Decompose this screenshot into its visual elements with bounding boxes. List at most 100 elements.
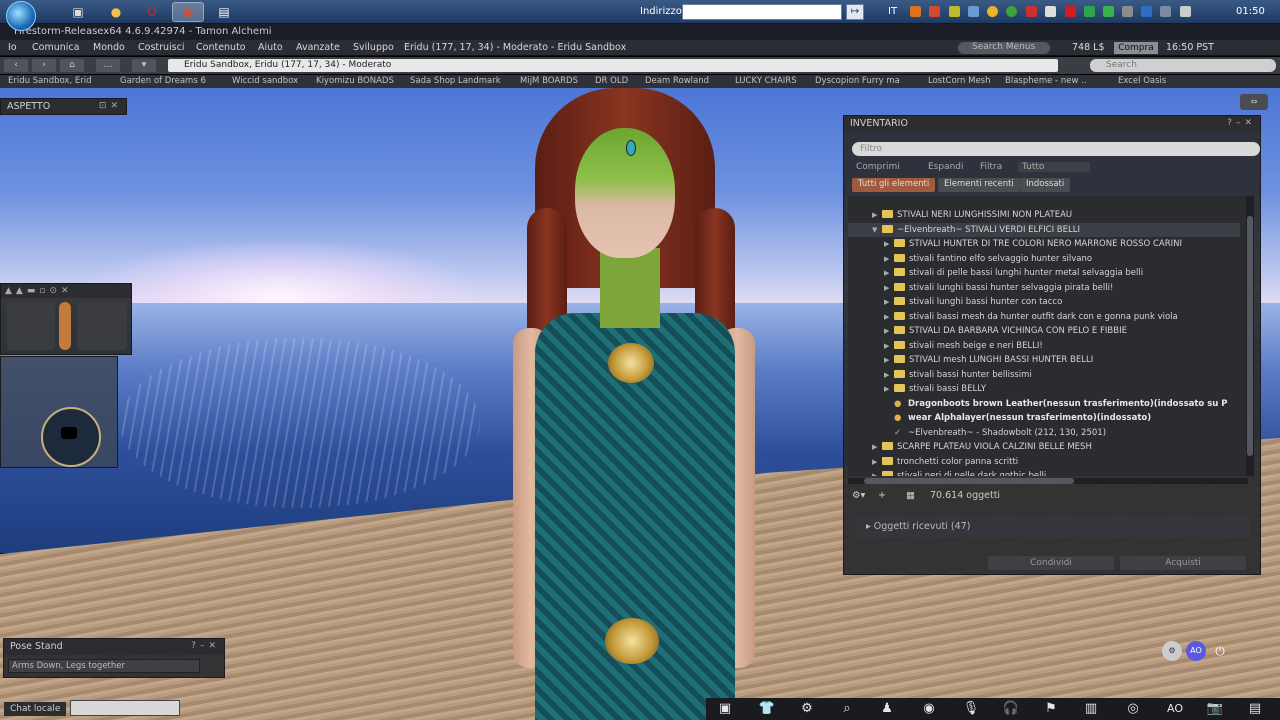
tray-icon[interactable] bbox=[1122, 6, 1133, 17]
map-icon[interactable]: ▥ bbox=[1076, 700, 1106, 718]
inventory-folder[interactable]: ▶ STIVALI NERI LUNGHISSIMI NON PLATEAU bbox=[848, 208, 1240, 222]
inventory-folder[interactable]: ▶ stivali bassi BELLY bbox=[848, 382, 1240, 396]
favorite-link[interactable]: Deam Rowland bbox=[645, 76, 709, 86]
inventory-icon[interactable]: ▣ bbox=[710, 700, 740, 718]
inventory-folder[interactable]: ▶ tronchetti color panna scritti bbox=[848, 455, 1240, 469]
expand-arrow-icon[interactable]: ▶ bbox=[884, 266, 894, 280]
panel-controls[interactable]: ?–✕ bbox=[1227, 118, 1256, 128]
appearance-panel[interactable]: ASPETTO ⊡✕ bbox=[0, 98, 127, 115]
forward-button[interactable]: › bbox=[32, 59, 56, 72]
ao-controls[interactable]: ⚙ AO ⏻ bbox=[1162, 641, 1232, 661]
inventory-folder[interactable]: ▶ STIVALI DA BARBARA VICHINGA CON PELO E … bbox=[848, 324, 1240, 338]
expand-arrow-icon[interactable]: ▶ bbox=[872, 440, 882, 454]
favorite-link[interactable]: DR OLD bbox=[595, 76, 628, 86]
expand-arrow-icon[interactable]: ▶ bbox=[872, 455, 882, 469]
preferences-icon[interactable]: ⚙ bbox=[792, 700, 822, 718]
menu-contenuto[interactable]: Contenuto bbox=[196, 42, 246, 53]
expand-arrow-icon[interactable]: ▶ bbox=[884, 353, 894, 367]
voice-icon[interactable]: 🎙 bbox=[956, 700, 986, 718]
avatar[interactable] bbox=[505, 88, 765, 720]
inventory-folder[interactable]: ▶ stivali lunghi bassi hunter con tacco bbox=[848, 295, 1240, 309]
inventory-folder[interactable]: ▶ stivali neri di pelle dark gothic belli bbox=[848, 469, 1240, 476]
expand-arrow-icon[interactable]: ▶ bbox=[884, 310, 894, 324]
tray-icon[interactable] bbox=[1141, 6, 1152, 17]
tray-icon[interactable] bbox=[1103, 6, 1114, 17]
region-info[interactable]: Eridu (177, 17, 34) - Moderato - Eridu S… bbox=[404, 42, 626, 53]
expand-arrow-icon[interactable]: ▶ bbox=[884, 382, 894, 396]
received-items-section[interactable]: ▸ Oggetti ricevuti (47) bbox=[856, 516, 1250, 538]
menu-costruisci[interactable]: Costruisci bbox=[138, 42, 185, 53]
expand-arrow-icon[interactable]: ▶ bbox=[872, 208, 882, 222]
tray-icon[interactable] bbox=[987, 6, 998, 17]
home-icon[interactable]: ⌂ bbox=[60, 59, 84, 72]
inventory-folder[interactable]: ▶ STIVALI HUNTER DI TRE COLORI NERO MARRO… bbox=[848, 237, 1240, 251]
panel-controls[interactable]: ⊡✕ bbox=[99, 101, 122, 111]
favorite-link[interactable]: Eridu Sandbox, Erid bbox=[8, 76, 92, 86]
camera-mode-icons[interactable]: ▲▲▬▫⊙✕ bbox=[5, 286, 73, 296]
power-icon[interactable]: ⏻ bbox=[1210, 641, 1230, 661]
expand-arrow-icon[interactable]: ▶ bbox=[884, 237, 894, 251]
expand-arrow-icon[interactable]: ▶ bbox=[884, 324, 894, 338]
buy-currency-button[interactable]: Compra L$ bbox=[1114, 42, 1158, 65]
expand-arrow-icon[interactable]: ▶ bbox=[884, 339, 894, 353]
teleport-history-button[interactable]: … bbox=[96, 59, 120, 72]
location-input[interactable]: Eridu Sandbox, Eridu (177, 17, 34) - Mod… bbox=[168, 59, 1058, 72]
language-indicator[interactable]: IT bbox=[888, 6, 897, 17]
gear-icon[interactable]: ⚙▾ bbox=[852, 490, 865, 501]
expand-arrow-icon[interactable]: ▶ bbox=[884, 252, 894, 266]
collapse-button[interactable]: Comprimi bbox=[856, 162, 900, 172]
firestorm-taskbar-icon[interactable]: ◉ bbox=[172, 2, 204, 22]
menu-aiuto[interactable]: Aiuto bbox=[258, 42, 283, 53]
filter-type-select[interactable]: Tutto bbox=[1018, 162, 1090, 172]
tray-icon[interactable] bbox=[929, 6, 940, 17]
groups-icon[interactable]: ⚑ bbox=[1036, 700, 1066, 718]
tray-icon[interactable] bbox=[949, 6, 960, 17]
favorite-link[interactable]: Garden of Dreams 6 bbox=[120, 76, 206, 86]
opera-taskbar-icon[interactable]: O bbox=[136, 2, 168, 22]
inventory-folder[interactable]: ▶ stivali di pelle bassi lunghi hunter me… bbox=[848, 266, 1240, 280]
menu-io[interactable]: Io bbox=[8, 42, 17, 53]
favorite-link[interactable]: Wiccid sandbox bbox=[232, 76, 298, 86]
nav-search-input[interactable]: Search bbox=[1090, 59, 1276, 72]
menu-comunica[interactable]: Comunica bbox=[32, 42, 79, 53]
filter-checkbox[interactable]: Filtra bbox=[980, 162, 1002, 172]
build-icon[interactable]: ▤ bbox=[1240, 700, 1270, 718]
inventory-folder[interactable]: ▶ SCARPE PLATEAU VIOLA CALZINI BELLE MESH bbox=[848, 440, 1240, 454]
favorite-link[interactable]: Excel Oasis bbox=[1118, 76, 1166, 86]
tray-icon[interactable] bbox=[1084, 6, 1095, 17]
inventory-folder[interactable]: ▼ ~Elvenbreath~ STIVALI VERDI ELFICI BELL… bbox=[848, 222, 1240, 237]
tray-icon[interactable] bbox=[1045, 6, 1056, 17]
tray-icon[interactable] bbox=[1065, 6, 1076, 17]
expand-arrow-icon[interactable]: ▼ bbox=[872, 223, 882, 237]
favorite-link[interactable]: Dyscopion Furry ma bbox=[815, 76, 900, 86]
tab-all-items[interactable]: Tutti gli elementi bbox=[852, 178, 936, 192]
back-button[interactable]: ‹ bbox=[4, 59, 28, 72]
share-button[interactable]: Condividi bbox=[988, 556, 1114, 570]
orbit-joystick[interactable] bbox=[7, 302, 55, 350]
camera-controls-panel[interactable]: ▲▲▬▫⊙✕ bbox=[0, 283, 132, 355]
pan-joystick[interactable] bbox=[77, 302, 127, 350]
network-icon[interactable] bbox=[1160, 6, 1171, 17]
linden-balance[interactable]: 748 L$ bbox=[1072, 42, 1105, 53]
inventory-filter-input[interactable]: Filtro bbox=[852, 142, 1260, 156]
pose-stand-panel[interactable]: Pose Stand ?–✕ Arms Down, Legs together bbox=[3, 638, 225, 678]
menu-mondo[interactable]: Mondo bbox=[93, 42, 125, 53]
inventory-folder[interactable]: ▶ STIVALI mesh LUNGHI BASSI HUNTER BELLI bbox=[848, 353, 1240, 367]
inventory-item[interactable]: ✓ ~Elvenbreath~ - Shadowbolt (212, 130, 2… bbox=[848, 426, 1240, 440]
inventory-hscroll-thumb[interactable] bbox=[864, 478, 1074, 484]
chrome-taskbar-icon[interactable]: ● bbox=[100, 2, 132, 22]
favorite-link[interactable]: Kiyomizu BONADS bbox=[316, 76, 394, 86]
tray-icon[interactable] bbox=[910, 6, 921, 17]
expand-toolbar-button[interactable]: ⇔ bbox=[1240, 94, 1268, 110]
panel-controls[interactable]: ?–✕ bbox=[191, 641, 220, 651]
inventory-scroll-thumb[interactable] bbox=[1247, 216, 1253, 456]
tray-icon[interactable] bbox=[1026, 6, 1037, 17]
people-icon[interactable]: ♟ bbox=[872, 700, 902, 718]
windows-start-button[interactable] bbox=[6, 1, 36, 31]
expand-arrow-icon[interactable]: ▶ bbox=[884, 295, 894, 309]
inventory-tree[interactable]: ▶ STIVALI NERI LUNGHISSIMI NON PLATEAU ▼ ~E… bbox=[848, 196, 1248, 476]
tray-icon[interactable] bbox=[968, 6, 979, 17]
app-taskbar-icon[interactable]: ▤ bbox=[208, 2, 240, 22]
inventory-panel[interactable]: INVENTARIO ?–✕ Filtro Comprimi Espandi F… bbox=[843, 115, 1261, 575]
local-chat-input[interactable] bbox=[70, 700, 180, 716]
